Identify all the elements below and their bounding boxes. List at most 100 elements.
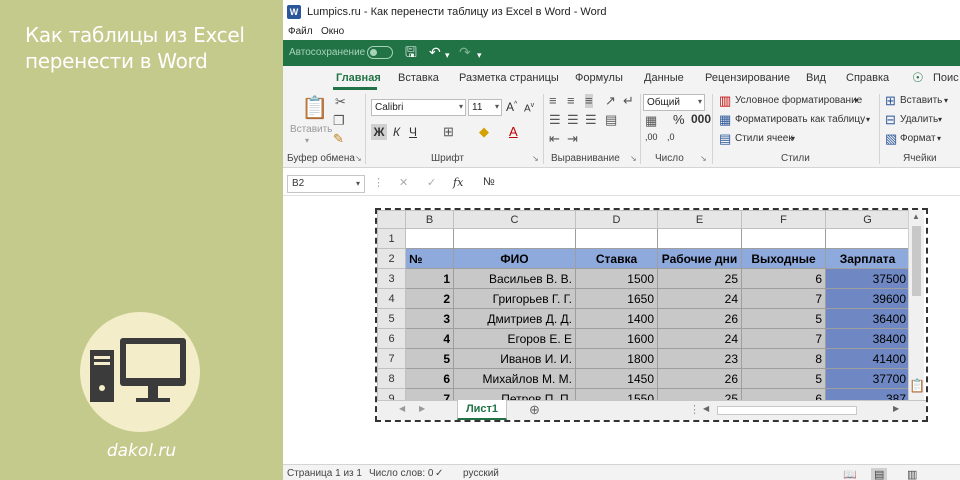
wrap-text-icon[interactable]: ↵ xyxy=(623,94,634,108)
cell[interactable]: 38400 xyxy=(825,328,910,349)
redo-icon[interactable]: ↷ xyxy=(459,44,471,60)
hscroll-left-icon[interactable]: ◀ xyxy=(703,404,709,413)
align-middle-icon[interactable]: ≡ xyxy=(567,94,575,108)
horizontal-scrollbar[interactable] xyxy=(717,406,857,415)
tab-home[interactable]: Главная xyxy=(336,72,381,84)
cell[interactable]: 6 xyxy=(405,368,454,389)
cell[interactable]: 25 xyxy=(657,268,742,289)
row-header[interactable]: 5 xyxy=(377,308,406,329)
fill-color-icon[interactable]: ◆ xyxy=(479,125,489,139)
cell[interactable] xyxy=(575,228,658,249)
cancel-entry-icon[interactable]: ✕ xyxy=(399,176,408,189)
tab-data[interactable]: Данные xyxy=(644,72,684,84)
copy-icon[interactable]: ❐ xyxy=(333,114,345,128)
cell[interactable]: 26 xyxy=(657,368,742,389)
column-header[interactable]: C xyxy=(453,210,576,229)
menu-file[interactable]: Файл xyxy=(288,26,313,37)
cell[interactable]: Иванов И. И. xyxy=(453,348,576,369)
cell[interactable]: 37500 xyxy=(825,268,910,289)
cell[interactable]: 1800 xyxy=(575,348,658,369)
menu-window[interactable]: Окно xyxy=(321,26,344,37)
cell[interactable]: 8 xyxy=(741,348,826,369)
sheet-tab[interactable]: Лист1 xyxy=(457,400,507,420)
alignment-dialog-launcher-icon[interactable]: ↘ xyxy=(630,154,637,163)
cell[interactable] xyxy=(657,228,742,249)
merge-icon[interactable]: ▤ xyxy=(605,113,617,127)
number-format-combo[interactable]: Общий ▾ xyxy=(643,94,705,111)
cell[interactable] xyxy=(405,228,454,249)
chevron-down-icon[interactable]: ▾ xyxy=(866,115,870,124)
cell[interactable]: Васильев В. В. xyxy=(453,268,576,289)
cell[interactable]: 1600 xyxy=(575,328,658,349)
cell[interactable]: 4 xyxy=(405,328,454,349)
increase-decimal-icon[interactable]: ,00 xyxy=(645,132,658,142)
cell[interactable]: 2 xyxy=(405,288,454,309)
hscroll-right-icon[interactable]: ▶ xyxy=(893,404,899,413)
chevron-down-icon[interactable]: ▾ xyxy=(938,115,942,124)
format-cells-button[interactable]: Формат xyxy=(900,133,936,144)
header-cell[interactable]: Выходные xyxy=(741,248,826,269)
header-cell[interactable]: Зарплата xyxy=(825,248,910,269)
insert-function-icon[interactable]: fx xyxy=(453,176,463,189)
cell[interactable]: 41400 xyxy=(825,348,910,369)
cell[interactable]: 5 xyxy=(741,308,826,329)
cell[interactable]: 37700 xyxy=(825,368,910,389)
column-header[interactable]: E xyxy=(657,210,742,229)
row-header[interactable]: 7 xyxy=(377,348,406,369)
paste-options-icon[interactable]: 📋 xyxy=(909,378,925,394)
header-cell[interactable]: ФИО xyxy=(453,248,576,269)
read-mode-icon[interactable]: 📖 xyxy=(843,468,857,480)
select-all-corner[interactable] xyxy=(377,210,406,229)
clipboard-dialog-launcher-icon[interactable]: ↘ xyxy=(355,154,362,163)
page-count[interactable]: Страница 1 из 1 xyxy=(287,468,362,479)
vertical-scrollbar[interactable]: ▲ 📋 xyxy=(908,210,925,400)
currency-icon[interactable]: ▦ xyxy=(645,114,657,128)
tab-view[interactable]: Вид xyxy=(806,72,826,84)
cell[interactable]: Григорьев Г. Г. xyxy=(453,288,576,309)
underline-icon[interactable]: Ч xyxy=(409,125,417,139)
align-bottom-icon[interactable]: ≡ xyxy=(585,94,593,108)
tab-page-layout[interactable]: Разметка страницы xyxy=(459,72,559,84)
cell[interactable]: 24 xyxy=(657,328,742,349)
cell[interactable]: 3 xyxy=(405,308,454,329)
italic-icon[interactable]: К xyxy=(393,125,400,139)
increase-font-icon[interactable]: A^ xyxy=(506,100,517,114)
header-cell[interactable]: № xyxy=(405,248,454,269)
row-header[interactable]: 8 xyxy=(377,368,406,389)
row-header[interactable]: 1 xyxy=(377,228,406,249)
print-layout-icon[interactable]: ▤ xyxy=(871,468,888,480)
column-header[interactable]: D xyxy=(575,210,658,229)
scroll-up-icon[interactable]: ▲ xyxy=(912,212,920,221)
formula-input[interactable]: № xyxy=(483,176,495,188)
delete-cells-button[interactable]: Удалить xyxy=(900,114,938,125)
undo-dropdown-icon[interactable]: ▾ xyxy=(445,47,450,63)
decrease-font-icon[interactable]: Av xyxy=(524,102,534,114)
tab-review[interactable]: Рецензирование xyxy=(705,72,790,84)
paste-icon[interactable]: 📋 xyxy=(301,96,328,120)
insert-cells-button[interactable]: Вставить xyxy=(900,95,942,106)
chevron-down-icon[interactable]: ▾ xyxy=(937,134,941,143)
cell[interactable]: Егоров Е. Е xyxy=(453,328,576,349)
cell-styles-button[interactable]: Стили ячеек xyxy=(735,133,793,144)
align-top-icon[interactable]: ≡ xyxy=(549,94,557,108)
paste-dropdown-icon[interactable]: ▾ xyxy=(305,136,309,145)
header-cell[interactable]: Рабочие дни xyxy=(657,248,742,269)
embedded-sheet[interactable]: B C D E F G 1 2 № ФИО Ставка Рабочие дни… xyxy=(375,208,928,422)
cell[interactable] xyxy=(453,228,576,249)
cell[interactable]: 23 xyxy=(657,348,742,369)
cell[interactable]: Дмитриев Д. Д. xyxy=(453,308,576,329)
format-as-table-button[interactable]: Форматировать как таблицу xyxy=(735,114,865,125)
tell-me-search[interactable]: Поис xyxy=(933,72,959,84)
cell[interactable]: 6 xyxy=(741,268,826,289)
row-header[interactable]: 6 xyxy=(377,328,406,349)
tab-insert[interactable]: Вставка xyxy=(398,72,439,84)
font-size-combo[interactable]: 11 ▾ xyxy=(468,99,502,116)
cell[interactable]: 1450 xyxy=(575,368,658,389)
percent-icon[interactable]: % xyxy=(673,112,685,127)
column-header[interactable]: G xyxy=(825,210,910,229)
name-box[interactable]: B2 ▾ xyxy=(287,175,365,193)
font-color-icon[interactable]: A xyxy=(509,124,518,139)
cell[interactable]: 7 xyxy=(741,328,826,349)
language[interactable]: русский xyxy=(463,468,499,479)
confirm-entry-icon[interactable]: ✓ xyxy=(427,176,436,189)
